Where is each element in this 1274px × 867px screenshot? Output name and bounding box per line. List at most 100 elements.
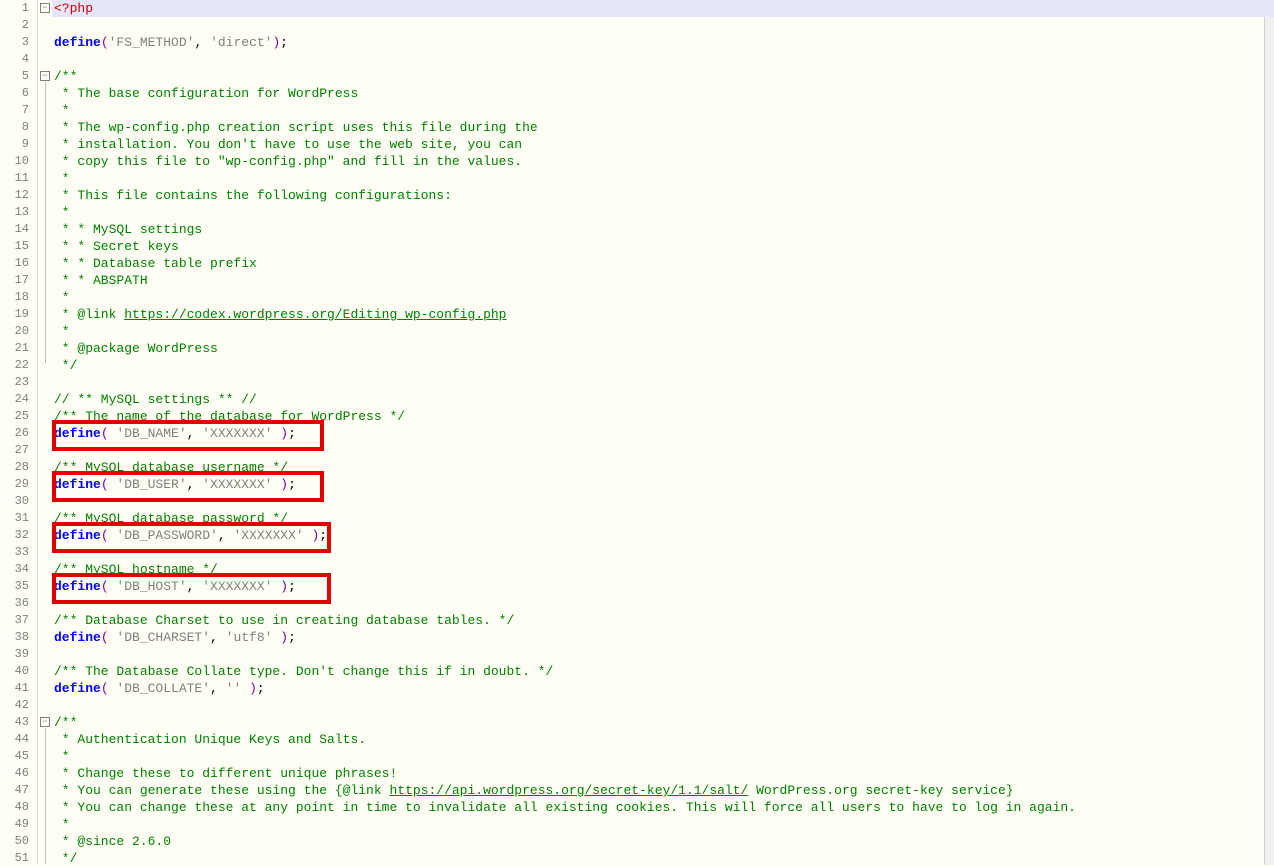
- code-line[interactable]: * The base configuration for WordPress: [52, 85, 1274, 102]
- code-line[interactable]: *: [52, 748, 1274, 765]
- code-line[interactable]: [52, 442, 1274, 459]
- code-line[interactable]: * You can change these at any point in t…: [52, 799, 1274, 816]
- line-number: 13: [0, 204, 37, 221]
- line-number: 37: [0, 612, 37, 629]
- token-paren: ): [241, 681, 257, 696]
- code-line[interactable]: <?php: [52, 0, 1274, 17]
- fold-toggle-icon[interactable]: −: [40, 3, 50, 13]
- line-number: 50: [0, 833, 37, 850]
- token-cmt: * * Database table prefix: [54, 256, 257, 271]
- line-number: 35: [0, 578, 37, 595]
- code-line[interactable]: /** MySQL database password */: [52, 510, 1274, 527]
- token-cmt: * @since 2.6.0: [54, 834, 171, 849]
- token-str: 'DB_USER': [116, 477, 186, 492]
- token-cmt: * copy this file to "wp-config.php" and …: [54, 154, 522, 169]
- code-line[interactable]: [52, 493, 1274, 510]
- token-cmt: /** The Database Collate type. Don't cha…: [54, 664, 553, 679]
- code-line[interactable]: // ** MySQL settings ** //: [52, 391, 1274, 408]
- line-number: 11: [0, 170, 37, 187]
- code-line[interactable]: *: [52, 102, 1274, 119]
- code-line[interactable]: *: [52, 816, 1274, 833]
- token-cmt: * * MySQL settings: [54, 222, 202, 237]
- code-line[interactable]: define( 'DB_PASSWORD', 'XXXXXXX' );: [52, 527, 1274, 544]
- code-line[interactable]: [52, 646, 1274, 663]
- code-line[interactable]: /** Database Charset to use in creating …: [52, 612, 1274, 629]
- fold-toggle-icon[interactable]: −: [40, 717, 50, 727]
- code-line[interactable]: * * MySQL settings: [52, 221, 1274, 238]
- line-number: 21: [0, 340, 37, 357]
- code-line[interactable]: [52, 595, 1274, 612]
- code-line[interactable]: /**: [52, 68, 1274, 85]
- code-line[interactable]: *: [52, 204, 1274, 221]
- code-line[interactable]: */: [52, 850, 1274, 865]
- code-line[interactable]: * installation. You don't have to use th…: [52, 136, 1274, 153]
- code-line[interactable]: [52, 51, 1274, 68]
- line-number: 23: [0, 374, 37, 391]
- line-number: 27: [0, 442, 37, 459]
- token-punc: ,: [210, 630, 226, 645]
- token-punc: ;: [319, 528, 327, 543]
- line-number: 17: [0, 272, 37, 289]
- code-line[interactable]: *: [52, 323, 1274, 340]
- code-line[interactable]: * This file contains the following confi…: [52, 187, 1274, 204]
- code-line[interactable]: *: [52, 289, 1274, 306]
- line-number-gutter: 1234567891011121314151617181920212223242…: [0, 0, 38, 865]
- code-line[interactable]: * copy this file to "wp-config.php" and …: [52, 153, 1274, 170]
- line-number: 6: [0, 85, 37, 102]
- code-line[interactable]: /** The Database Collate type. Don't cha…: [52, 663, 1274, 680]
- token-paren: (: [101, 35, 109, 50]
- code-line[interactable]: * * ABSPATH: [52, 272, 1274, 289]
- token-cmt: * The base configuration for WordPress: [54, 86, 358, 101]
- token-str: 'XXXXXXX': [202, 579, 272, 594]
- token-cmt: * Authentication Unique Keys and Salts.: [54, 732, 366, 747]
- code-line[interactable]: define( 'DB_NAME', 'XXXXXXX' );: [52, 425, 1274, 442]
- code-line[interactable]: /** The name of the database for WordPre…: [52, 408, 1274, 425]
- code-line[interactable]: [52, 697, 1274, 714]
- token-cmt: /** MySQL database password */: [54, 511, 288, 526]
- line-number: 26: [0, 425, 37, 442]
- code-line[interactable]: /** MySQL hostname */: [52, 561, 1274, 578]
- code-line[interactable]: * * Secret keys: [52, 238, 1274, 255]
- line-number: 1: [0, 0, 37, 17]
- code-line[interactable]: * @package WordPress: [52, 340, 1274, 357]
- token-paren: ): [272, 579, 288, 594]
- line-number: 22: [0, 357, 37, 374]
- token-paren: (: [101, 528, 117, 543]
- code-line[interactable]: [52, 374, 1274, 391]
- code-line[interactable]: define('FS_METHOD', 'direct');: [52, 34, 1274, 51]
- code-line[interactable]: * @since 2.6.0: [52, 833, 1274, 850]
- token-cmt: /**: [54, 69, 77, 84]
- token-punc: ;: [288, 426, 296, 441]
- code-line[interactable]: [52, 544, 1274, 561]
- code-area[interactable]: <?php define('FS_METHOD', 'direct'); /** *…: [52, 0, 1274, 865]
- code-line[interactable]: * Change these to different unique phras…: [52, 765, 1274, 782]
- code-line[interactable]: define( 'DB_USER', 'XXXXXXX' );: [52, 476, 1274, 493]
- code-line[interactable]: * @link https://codex.wordpress.org/Edit…: [52, 306, 1274, 323]
- token-kw: define: [54, 528, 101, 543]
- line-number: 9: [0, 136, 37, 153]
- code-line[interactable]: [52, 17, 1274, 34]
- code-line[interactable]: define( 'DB_COLLATE', '' );: [52, 680, 1274, 697]
- token-cmt: * You can generate these using the {@lin…: [54, 783, 389, 798]
- token-paren: (: [101, 426, 117, 441]
- line-number: 51: [0, 850, 37, 867]
- code-line[interactable]: define( 'DB_HOST', 'XXXXXXX' );: [52, 578, 1274, 595]
- code-line[interactable]: */: [52, 357, 1274, 374]
- code-line[interactable]: * The wp-config.php creation script uses…: [52, 119, 1274, 136]
- fold-toggle-icon[interactable]: −: [40, 71, 50, 81]
- code-line[interactable]: * Authentication Unique Keys and Salts.: [52, 731, 1274, 748]
- token-kw: define: [54, 579, 101, 594]
- code-line[interactable]: define( 'DB_CHARSET', 'utf8' );: [52, 629, 1274, 646]
- token-cmt: *: [54, 171, 70, 186]
- code-line[interactable]: *: [52, 170, 1274, 187]
- line-number: 34: [0, 561, 37, 578]
- line-number: 3: [0, 34, 37, 51]
- code-line[interactable]: /**: [52, 714, 1274, 731]
- token-kw: define: [54, 426, 101, 441]
- token-str: 'DB_COLLATE': [116, 681, 210, 696]
- code-line[interactable]: /** MySQL database username */: [52, 459, 1274, 476]
- code-line[interactable]: * You can generate these using the {@lin…: [52, 782, 1274, 799]
- token-punc: ;: [280, 35, 288, 50]
- code-line[interactable]: * * Database table prefix: [52, 255, 1274, 272]
- token-paren: (: [101, 477, 117, 492]
